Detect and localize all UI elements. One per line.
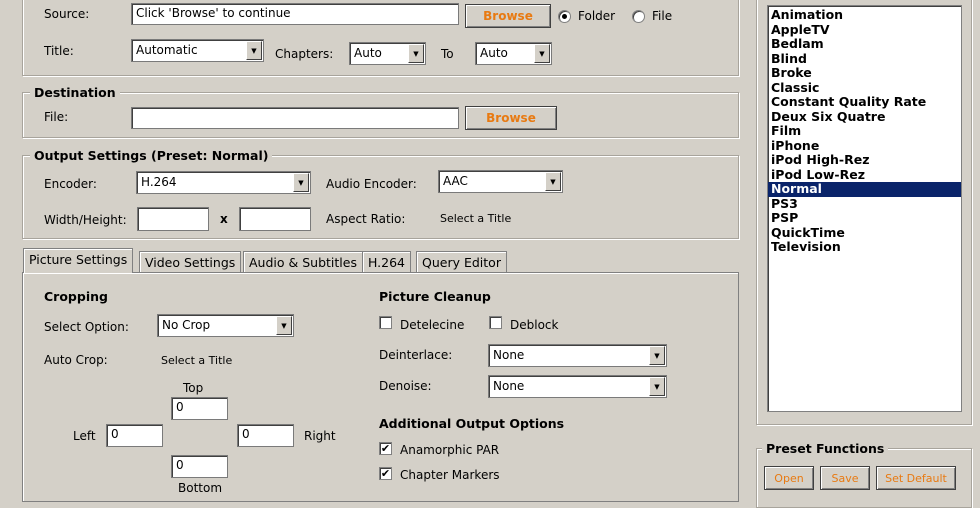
chevron-down-icon: ▼	[246, 41, 262, 60]
detelecine-checkbox[interactable]	[379, 316, 392, 329]
folder-radio[interactable]	[558, 10, 571, 23]
crop-right-label: Right	[304, 429, 336, 443]
file-radio-label: File	[652, 9, 673, 23]
audio-encoder-select[interactable]: AAC ▼	[438, 170, 563, 193]
destination-legend: Destination	[30, 85, 120, 100]
chevron-down-icon: ▼	[276, 316, 292, 335]
height-input[interactable]	[239, 207, 311, 231]
anamorphic-checkbox[interactable]: ✔	[379, 442, 392, 455]
auto-crop-value: Select a Title	[161, 354, 233, 367]
denoise-label: Denoise:	[379, 379, 432, 393]
folder-label: Folder	[578, 9, 616, 23]
preset-list-item[interactable]: AppleTV	[768, 22, 961, 38]
aspect-ratio-label: Aspect Ratio:	[326, 212, 406, 226]
preset-list-item[interactable]: Broke	[768, 65, 961, 81]
crop-top-input[interactable]: 0	[171, 397, 228, 420]
file-radio[interactable]	[632, 10, 645, 23]
source-browse-button[interactable]: Browse	[465, 4, 551, 28]
audio-encoder-label: Audio Encoder:	[326, 177, 417, 191]
tab-audio-subtitles[interactable]: Audio & Subtitles	[243, 251, 363, 273]
output-settings-legend: Output Settings (Preset: Normal)	[30, 148, 273, 163]
denoise-select[interactable]: None ▼	[488, 375, 667, 398]
additional-options-heading: Additional Output Options	[379, 416, 565, 431]
output-settings-group	[22, 155, 739, 239]
source-label: Source:	[44, 7, 90, 21]
crop-left-input[interactable]: 0	[106, 424, 163, 447]
times-label: x	[220, 212, 228, 226]
save-preset-button[interactable]: Save	[820, 466, 870, 490]
crop-select-label: Select Option:	[44, 320, 129, 334]
picture-cleanup-heading: Picture Cleanup	[379, 289, 491, 304]
chevron-down-icon: ▼	[649, 346, 665, 365]
width-height-label: Width/Height:	[44, 213, 127, 227]
auto-crop-label: Auto Crop:	[44, 353, 108, 367]
to-label: To	[441, 47, 454, 61]
preset-list-item[interactable]: PSP	[768, 210, 961, 226]
crop-select-value: No Crop	[162, 318, 211, 332]
encoder-label: Encoder:	[44, 177, 97, 191]
preset-list-item[interactable]: Classic	[768, 80, 961, 96]
preset-list-item[interactable]: iPhone	[768, 138, 961, 154]
set-default-button[interactable]: Set Default	[876, 466, 956, 490]
crop-select[interactable]: No Crop ▼	[157, 314, 294, 337]
chevron-down-icon: ▼	[408, 44, 424, 63]
preset-list-item[interactable]: Normal	[768, 181, 961, 197]
chevron-down-icon: ▼	[649, 377, 665, 396]
destination-file-input[interactable]	[131, 107, 459, 129]
encoder-value: H.264	[141, 175, 177, 189]
chapter-end-value: Auto	[480, 46, 508, 60]
anamorphic-label: Anamorphic PAR	[400, 443, 500, 457]
preset-list-item[interactable]: iPod High-Rez	[768, 152, 961, 168]
destination-browse-button[interactable]: Browse	[465, 106, 557, 130]
preset-list-item[interactable]: Film	[768, 123, 961, 139]
denoise-value: None	[493, 379, 525, 393]
crop-left-label: Left	[73, 429, 96, 443]
preset-list-item[interactable]: Animation	[768, 7, 961, 23]
tab-h264[interactable]: H.264	[362, 251, 412, 273]
preset-list[interactable]: Animation AppleTV Bedlam Blind Broke Classic C…	[767, 5, 962, 412]
deblock-checkbox[interactable]	[489, 316, 502, 329]
chapters-label: Chapters:	[275, 47, 334, 61]
crop-bottom-input[interactable]: 0	[171, 455, 228, 478]
detelecine-label: Detelecine	[400, 318, 465, 332]
chapter-start-select[interactable]: Auto ▼	[349, 42, 426, 65]
title-select-value: Automatic	[136, 43, 198, 57]
deinterlace-label: Deinterlace:	[379, 348, 453, 362]
preset-list-item[interactable]: Bedlam	[768, 36, 961, 52]
crop-right-input[interactable]: 0	[237, 424, 294, 447]
chevron-down-icon: ▼	[545, 172, 561, 191]
preset-list-item[interactable]: iPod Low-Rez	[768, 167, 961, 183]
chapter-end-select[interactable]: Auto ▼	[475, 42, 552, 65]
deblock-label: Deblock	[510, 318, 559, 332]
width-input[interactable]	[137, 207, 209, 231]
tab-picture-settings[interactable]: Picture Settings	[23, 248, 134, 273]
chevron-down-icon: ▼	[293, 173, 309, 192]
deinterlace-value: None	[493, 348, 525, 362]
title-select[interactable]: Automatic ▼	[131, 39, 264, 62]
destination-file-label: File:	[44, 110, 69, 124]
title-label: Title:	[44, 44, 74, 58]
chevron-down-icon: ▼	[534, 44, 550, 63]
deinterlace-select[interactable]: None ▼	[488, 344, 667, 367]
preset-list-item[interactable]: QuickTime	[768, 225, 961, 241]
tab-query-editor[interactable]: Query Editor	[416, 251, 507, 273]
preset-list-item[interactable]: Television	[768, 239, 961, 255]
aspect-ratio-value: Select a Title	[440, 212, 512, 225]
open-preset-button[interactable]: Open	[764, 466, 814, 490]
source-input[interactable]: Click 'Browse' to continue	[131, 3, 459, 25]
preset-list-item[interactable]: Constant Quality Rate	[768, 94, 961, 110]
preset-list-item[interactable]: Blind	[768, 51, 961, 67]
preset-functions-legend: Preset Functions	[762, 441, 889, 456]
encoder-select[interactable]: H.264 ▼	[136, 171, 311, 194]
cropping-heading: Cropping	[44, 289, 108, 304]
crop-bottom-label: Bottom	[178, 481, 223, 495]
chapter-start-value: Auto	[354, 46, 382, 60]
tab-video-settings[interactable]: Video Settings	[139, 251, 242, 273]
chapter-markers-checkbox[interactable]: ✔	[379, 467, 392, 480]
preset-list-item[interactable]: PS3	[768, 196, 961, 212]
preset-list-item[interactable]: Deux Six Quatre	[768, 109, 961, 125]
audio-encoder-value: AAC	[443, 174, 468, 188]
chapter-markers-label: Chapter Markers	[400, 468, 500, 482]
crop-top-label: Top	[183, 381, 204, 395]
